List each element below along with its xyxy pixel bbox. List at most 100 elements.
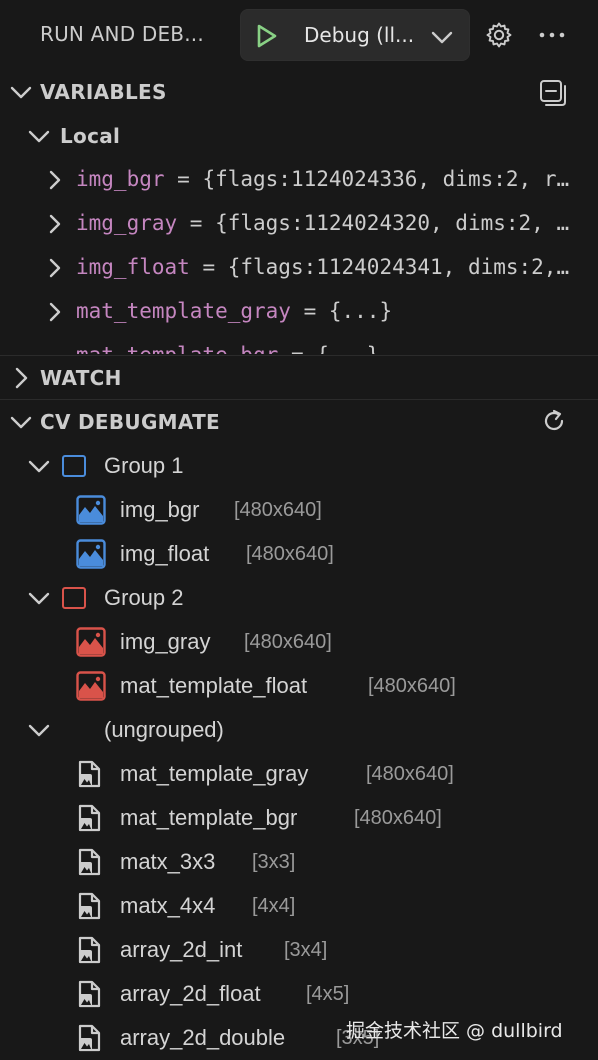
watch-section-header[interactable]: WATCH xyxy=(0,356,598,400)
play-icon[interactable] xyxy=(253,23,279,49)
cv-debugmate-section-header[interactable]: CV DEBUGMATE xyxy=(0,400,598,444)
chevron-down-icon[interactable] xyxy=(8,79,34,105)
debug-variable-row[interactable]: img_gray [480x640] xyxy=(0,620,598,664)
debug-variable-row[interactable]: array_2d_float [4x5] xyxy=(0,972,598,1016)
debug-variable-dims: [480x640] xyxy=(246,543,334,565)
chevron-down-icon[interactable] xyxy=(429,24,455,50)
debug-variable-row[interactable]: matx_3x3 [3x3] xyxy=(0,840,598,884)
debug-variable-name: array_2d_float xyxy=(120,981,261,1006)
chevron-right-icon[interactable] xyxy=(44,211,66,237)
debug-variable-row[interactable]: img_bgr [480x640] xyxy=(0,488,598,532)
debug-variable-name: img_gray xyxy=(120,629,211,654)
group-label: Group 1 xyxy=(104,453,184,478)
matrix-file-icon xyxy=(78,936,101,964)
debug-variable-row[interactable]: mat_template_gray [480x640] xyxy=(0,752,598,796)
image-icon xyxy=(76,539,106,569)
debug-variable-row[interactable]: array_2d_int [3x4] xyxy=(0,928,598,972)
debug-variable-row[interactable]: mat_template_bgr [480x640] xyxy=(0,796,598,840)
debug-config-select[interactable]: Debug (ll... xyxy=(240,9,470,61)
debug-variable-dims: [4x5] xyxy=(306,983,350,1005)
more-actions-icon[interactable] xyxy=(536,22,568,48)
variable-text: img_gray = {flags:1124024320, dims:2, … xyxy=(76,211,570,235)
debug-variable-name: mat_template_bgr xyxy=(120,805,298,830)
chevron-right-icon[interactable] xyxy=(44,299,66,325)
debug-variable-name: mat_template_gray xyxy=(120,761,309,786)
ungrouped-label: (ungrouped) xyxy=(104,717,224,742)
chevron-down-icon[interactable] xyxy=(26,717,52,743)
debug-variable-dims: [3x3] xyxy=(252,851,296,873)
debug-variable-name: img_float xyxy=(120,541,210,566)
variable-name: img_float xyxy=(76,255,190,279)
watermark-text: 掘金技术社区 @ dullbird xyxy=(346,1020,563,1042)
debug-variable-name: array_2d_int xyxy=(120,937,243,962)
chevron-right-icon[interactable] xyxy=(44,255,66,281)
debug-variable-name: array_2d_double xyxy=(120,1025,286,1050)
debug-config-label: Debug (ll... xyxy=(304,23,415,47)
group-row[interactable]: Group 1 xyxy=(0,444,598,488)
refresh-icon[interactable] xyxy=(540,407,568,435)
variable-name: img_bgr xyxy=(76,167,165,191)
image-icon xyxy=(76,495,106,525)
chevron-down-icon[interactable] xyxy=(26,453,52,479)
variables-title: VARIABLES xyxy=(40,80,167,104)
gear-icon[interactable] xyxy=(484,20,514,50)
debug-variable-row[interactable]: mat_template_float [480x640] xyxy=(0,664,598,708)
matrix-file-icon xyxy=(78,892,101,920)
matrix-file-icon xyxy=(78,760,101,788)
matrix-file-icon xyxy=(78,848,101,876)
chevron-right-icon[interactable] xyxy=(8,365,34,391)
variable-name: img_gray xyxy=(76,211,178,235)
local-scope-row[interactable]: Local xyxy=(0,114,598,158)
debug-variable-dims: [480x640] xyxy=(366,763,454,785)
variable-row[interactable]: mat_template_gray = {...} xyxy=(0,290,598,334)
debug-variable-dims: [480x640] xyxy=(368,675,456,697)
variable-value: {...} xyxy=(316,343,379,354)
view-title: RUN AND DEB... xyxy=(40,22,204,46)
cv-debugmate-title: CV DEBUGMATE xyxy=(40,410,221,434)
chevron-down-icon[interactable] xyxy=(26,123,52,149)
variable-text: mat_template_bgr = {...} xyxy=(76,343,592,354)
local-scope-label: Local xyxy=(60,124,121,148)
chevron-down-icon[interactable] xyxy=(26,585,52,611)
variable-row[interactable]: img_gray = {flags:1124024320, dims:2, … xyxy=(0,202,598,246)
variable-value: {flags:1124024341, dims:2,… xyxy=(227,255,570,279)
debug-variable-dims: [480x640] xyxy=(234,499,322,521)
image-icon xyxy=(76,671,106,701)
variable-text: img_bgr = {flags:1124024336, dims:2, r… xyxy=(76,167,570,191)
collapse-all-icon[interactable] xyxy=(538,78,568,108)
debug-variable-name: mat_template_float xyxy=(120,673,308,698)
debug-variable-row[interactable]: matx_4x4 [4x4] xyxy=(0,884,598,928)
variable-value: {...} xyxy=(328,299,393,323)
debug-variable-dims: [3x4] xyxy=(284,939,328,961)
variables-section-header[interactable]: VARIABLES xyxy=(0,70,598,114)
variable-row[interactable]: mat_template_bgr = {...} xyxy=(0,334,598,354)
variable-text: img_float = {flags:1124024341, dims:2,… xyxy=(76,255,570,279)
group-color-icon xyxy=(62,587,86,609)
debug-variable-name: img_bgr xyxy=(120,497,200,522)
image-icon xyxy=(76,627,106,657)
variable-value: {flags:1124024320, dims:2, … xyxy=(215,211,570,235)
matrix-file-icon xyxy=(78,980,101,1008)
variable-value: {flags:1124024336, dims:2, r… xyxy=(202,167,570,191)
debug-variable-row[interactable]: img_float [480x640] xyxy=(0,532,598,576)
ungrouped-row[interactable]: (ungrouped) xyxy=(0,708,598,752)
matrix-file-icon xyxy=(78,804,101,832)
debug-variable-dims: [4x4] xyxy=(252,895,296,917)
chevron-right-icon[interactable] xyxy=(44,167,66,193)
variable-name: mat_template_gray xyxy=(76,299,291,323)
watch-title: WATCH xyxy=(40,366,122,390)
variable-row[interactable]: img_float = {flags:1124024341, dims:2,… xyxy=(0,246,598,290)
variable-text: mat_template_gray = {...} xyxy=(76,299,393,323)
debug-toolbar: RUN AND DEB... Debug (ll... xyxy=(0,0,598,70)
matrix-file-icon xyxy=(78,1024,101,1052)
debug-variable-name: matx_4x4 xyxy=(120,893,216,918)
variable-row[interactable]: img_bgr = {flags:1124024336, dims:2, r… xyxy=(0,158,598,202)
group-row[interactable]: Group 2 xyxy=(0,576,598,620)
variable-name: mat_template_bgr xyxy=(76,343,278,354)
chevron-down-icon[interactable] xyxy=(8,409,34,435)
group-color-icon xyxy=(62,455,86,477)
debug-variable-dims: [480x640] xyxy=(244,631,332,653)
debug-variable-name: matx_3x3 xyxy=(120,849,216,874)
group-label: Group 2 xyxy=(104,585,184,610)
debug-variable-dims: [480x640] xyxy=(354,807,442,829)
